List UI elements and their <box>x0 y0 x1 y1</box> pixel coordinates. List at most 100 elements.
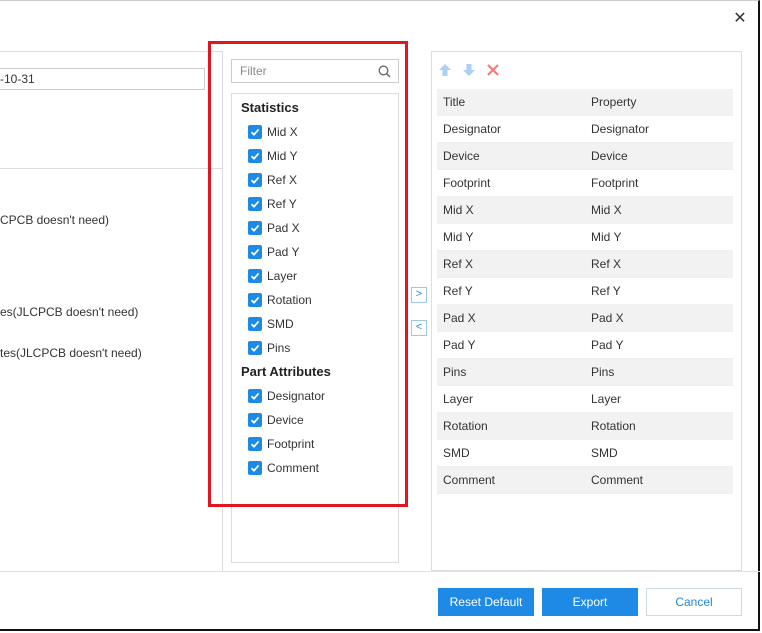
table-row[interactable]: Pins Pins <box>437 358 733 386</box>
property-cell: Pad X <box>585 304 733 332</box>
table-row[interactable]: Pad X Pad X <box>437 304 733 332</box>
checkbox-label: Ref Y <box>267 197 297 211</box>
title-cell: Layer <box>437 385 585 413</box>
checkbox-item[interactable]: Ref Y <box>248 196 297 212</box>
property-cell: Rotation <box>585 412 733 440</box>
option-note: es(JLCPCB doesn't need) <box>0 305 139 319</box>
reset-default-button[interactable]: Reset Default <box>438 588 534 616</box>
title-cell: Designator <box>437 115 585 143</box>
checkbox-checked-icon[interactable] <box>248 221 262 235</box>
close-icon[interactable]: ✕ <box>732 11 748 27</box>
table-row[interactable]: Ref X Ref X <box>437 250 733 278</box>
table-row[interactable]: Layer Layer <box>437 385 733 413</box>
checkbox-item[interactable]: Rotation <box>248 292 312 308</box>
checkbox-checked-icon[interactable] <box>248 413 262 427</box>
table-row[interactable]: SMD SMD <box>437 439 733 467</box>
checkbox-item[interactable]: Footprint <box>248 436 314 452</box>
table-row[interactable]: Designator Designator <box>437 115 733 143</box>
group-title: Statistics <box>241 100 299 115</box>
checkbox-item[interactable]: Comment <box>248 460 319 476</box>
date-field[interactable]: -10-31 <box>0 68 205 90</box>
table-row[interactable]: Rotation Rotation <box>437 412 733 440</box>
checkbox-label: Pins <box>267 341 291 355</box>
table-row[interactable]: Footprint Footprint <box>437 169 733 197</box>
checkbox-checked-icon[interactable] <box>248 269 262 283</box>
arrow-down-icon[interactable] <box>462 63 476 77</box>
filter-input[interactable] <box>240 63 370 79</box>
title-cell: Rotation <box>437 412 585 440</box>
checkbox-label: Device <box>267 413 304 427</box>
checkbox-checked-icon[interactable] <box>248 389 262 403</box>
checkbox-item[interactable]: Designator <box>248 388 325 404</box>
table-row[interactable]: Mid Y Mid Y <box>437 223 733 251</box>
title-cell: SMD <box>437 439 585 467</box>
checkbox-checked-icon[interactable] <box>248 125 262 139</box>
checkbox-checked-icon[interactable] <box>248 149 262 163</box>
group-title: Part Attributes <box>241 364 331 379</box>
checkbox-label: Footprint <box>267 437 315 451</box>
property-cell: Property <box>585 89 733 116</box>
table-row[interactable]: Device Device <box>437 142 733 170</box>
property-cell: Designator <box>585 115 733 143</box>
checkbox-item[interactable]: Layer <box>248 268 297 284</box>
checkbox-item[interactable]: SMD <box>248 316 294 332</box>
title-cell: Device <box>437 142 585 170</box>
property-cell: Pad Y <box>585 331 733 359</box>
title-cell: Pad X <box>437 304 585 332</box>
title-cell: Mid Y <box>437 223 585 251</box>
checkbox-label: Rotation <box>267 293 312 307</box>
checkbox-checked-icon[interactable] <box>248 293 262 307</box>
property-cell: Footprint <box>585 169 733 197</box>
property-table: Title Property Designator Designator Device D… <box>437 89 733 494</box>
title-cell: Title <box>437 89 585 116</box>
title-cell: Pad Y <box>437 331 585 359</box>
checkbox-item[interactable]: Pad Y <box>248 244 299 260</box>
checkbox-item[interactable]: Pad X <box>248 220 300 236</box>
table-header-row[interactable]: Title Property <box>437 89 733 116</box>
table-row[interactable]: Pad Y Pad Y <box>437 331 733 359</box>
checkbox-item[interactable]: Ref X <box>248 172 297 188</box>
table-row[interactable]: Mid X Mid X <box>437 196 733 224</box>
checkbox-checked-icon[interactable] <box>248 173 262 187</box>
checkbox-item[interactable]: Pins <box>248 340 290 356</box>
delete-icon[interactable] <box>486 63 500 77</box>
checkbox-checked-icon[interactable] <box>248 437 262 451</box>
option-note: CPCB doesn't need) <box>0 213 110 227</box>
checkbox-checked-icon[interactable] <box>248 461 262 475</box>
checkbox-checked-icon[interactable] <box>248 197 262 211</box>
title-cell: Ref Y <box>437 277 585 305</box>
checkbox-label: Mid X <box>267 125 298 139</box>
property-cell: Device <box>585 142 733 170</box>
checkbox-checked-icon[interactable] <box>248 341 262 355</box>
checkbox-label: Designator <box>267 389 326 403</box>
divider <box>0 168 222 169</box>
checkbox-checked-icon[interactable] <box>248 317 262 331</box>
table-row[interactable]: Ref Y Ref Y <box>437 277 733 305</box>
field-list-panel: Statistics Mid X Mid Y Ref X Ref Y Pad X Pad Y… <box>231 51 399 563</box>
checkbox-item[interactable]: Mid X <box>248 124 298 140</box>
property-cell: Comment <box>585 466 733 494</box>
move-right-button[interactable]: > <box>411 287 427 303</box>
move-left-button[interactable]: < <box>411 320 427 336</box>
title-cell: Pins <box>437 358 585 386</box>
property-cell: Mid Y <box>585 223 733 251</box>
property-cell: Layer <box>585 385 733 413</box>
option-note: tes(JLCPCB doesn't need) <box>0 346 142 360</box>
table-row[interactable]: Comment Comment <box>437 466 733 494</box>
export-button[interactable]: Export <box>542 588 638 616</box>
checkbox-label: SMD <box>267 317 294 331</box>
checkbox-checked-icon[interactable] <box>248 245 262 259</box>
checkbox-label: Comment <box>267 461 320 475</box>
filter-field[interactable] <box>231 59 399 83</box>
property-cell: Ref Y <box>585 277 733 305</box>
arrow-up-icon[interactable] <box>438 63 452 77</box>
checkbox-item[interactable]: Device <box>248 412 304 428</box>
title-cell: Comment <box>437 466 585 494</box>
property-cell: Ref X <box>585 250 733 278</box>
checkbox-label: Pad X <box>267 221 300 235</box>
property-cell: Mid X <box>585 196 733 224</box>
checkbox-item[interactable]: Mid Y <box>248 148 297 164</box>
checkbox-label: Pad Y <box>267 245 300 259</box>
search-icon[interactable] <box>378 65 391 78</box>
cancel-button[interactable]: Cancel <box>646 588 742 616</box>
